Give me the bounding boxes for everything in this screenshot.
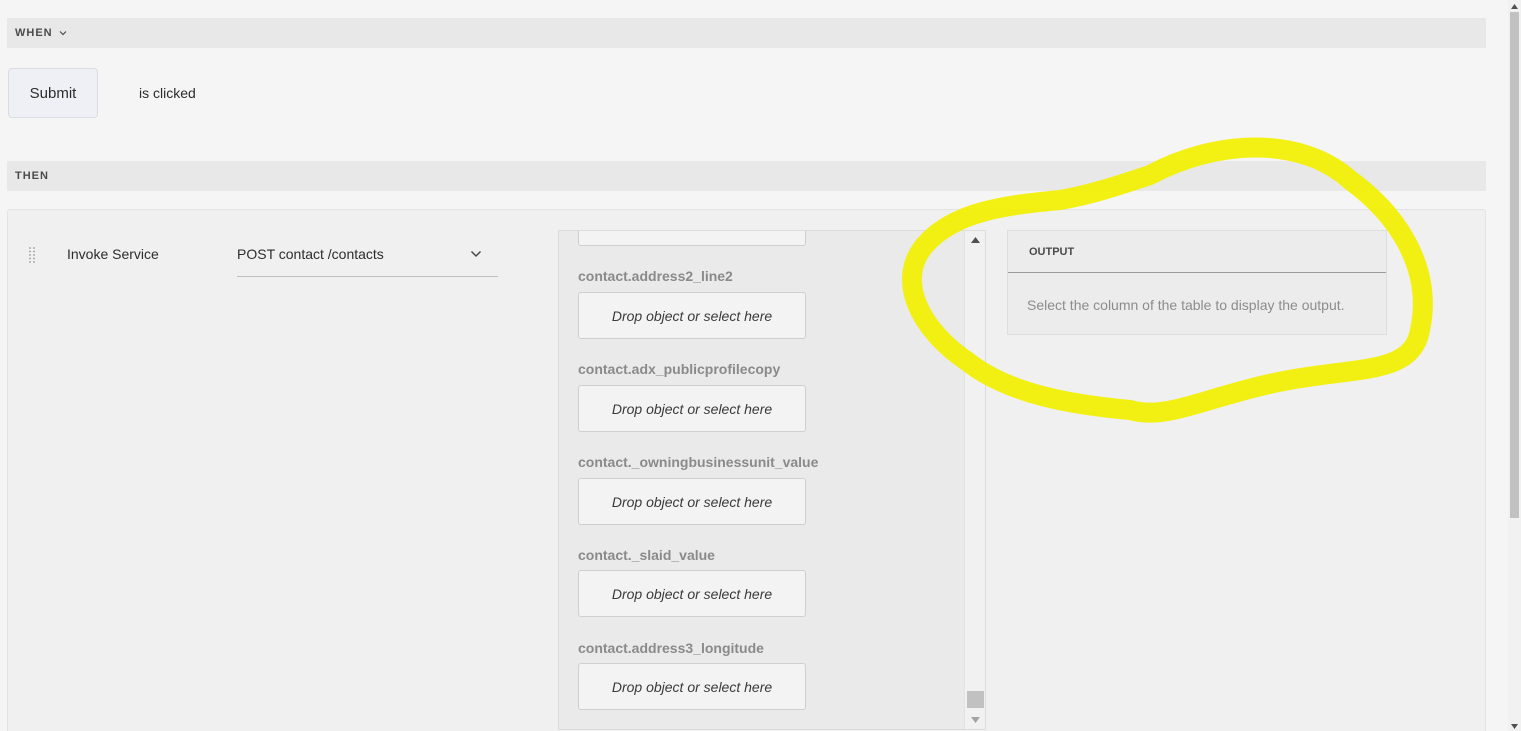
drop-target[interactable]: Drop object or select here (578, 292, 806, 339)
action-label: Invoke Service (67, 246, 159, 262)
page-scrollbar[interactable] (1508, 0, 1521, 731)
fields-scrollbar[interactable] (964, 231, 985, 729)
output-title: OUTPUT (1029, 246, 1075, 258)
scroll-up-arrow-icon[interactable] (1511, 4, 1518, 9)
then-section-header: THEN (7, 161, 1486, 191)
field-label: contact.address2_line2 (578, 268, 733, 284)
scroll-up-arrow-icon[interactable] (971, 237, 980, 243)
drop-target[interactable]: Drop object or select here (578, 663, 806, 710)
drop-target[interactable]: Drop object or select here (578, 570, 806, 617)
drop-target[interactable]: Drop object or select here (578, 478, 806, 525)
scroll-down-arrow-icon[interactable] (971, 717, 980, 723)
submit-button[interactable]: Submit (8, 68, 98, 118)
service-input-fields-panel: contact.address2_line2 Drop object or se… (558, 230, 986, 730)
scroll-thumb[interactable] (967, 691, 984, 708)
drag-handle-icon[interactable] (28, 246, 36, 264)
page-scroll-thumb[interactable] (1510, 12, 1519, 518)
service-dropdown-value: POST contact /contacts (237, 246, 384, 262)
output-message: Select the column of the table to displa… (1027, 297, 1345, 313)
drop-target[interactable]: Drop object or select here (578, 385, 806, 432)
when-header-label: WHEN (15, 27, 53, 39)
then-header-label: THEN (15, 170, 49, 182)
field-label: contact._owningbusinessunit_value (578, 454, 819, 470)
divider (1008, 272, 1386, 273)
drop-target-partial[interactable] (578, 231, 806, 246)
when-section-header[interactable]: WHEN (7, 18, 1486, 48)
field-label: contact.adx_publicprofilecopy (578, 361, 781, 377)
scroll-down-arrow-icon[interactable] (1511, 724, 1518, 729)
chevron-down-icon[interactable] (470, 250, 482, 258)
field-label: contact._slaid_value (578, 547, 715, 563)
event-text: is clicked (139, 85, 196, 101)
service-dropdown[interactable]: POST contact /contacts (237, 240, 498, 277)
field-label: contact.address3_longitude (578, 640, 764, 656)
output-panel: OUTPUT Select the column of the table to… (1007, 230, 1387, 335)
chevron-down-icon[interactable] (59, 30, 67, 36)
